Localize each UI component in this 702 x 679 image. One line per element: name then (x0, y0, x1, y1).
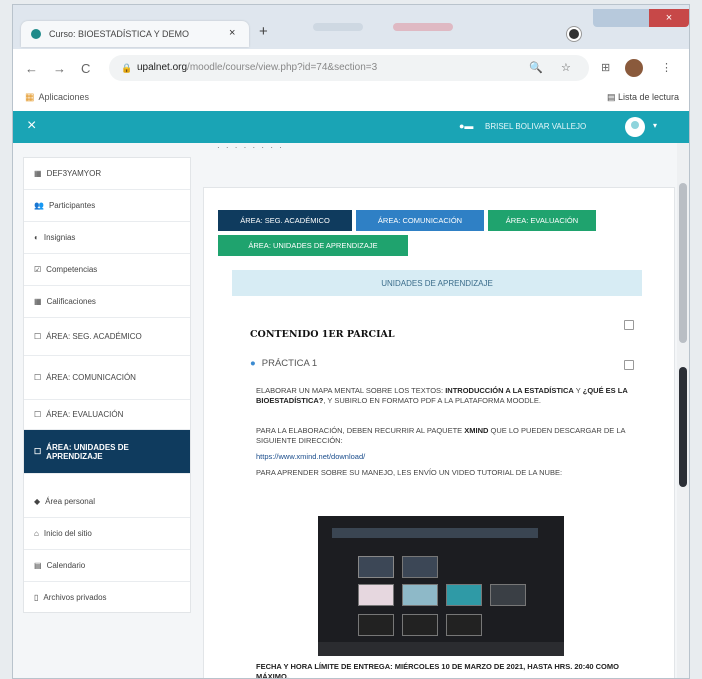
video-thumbnail (402, 556, 438, 578)
background-tab[interactable] (313, 23, 363, 31)
lock-icon: 🔒 (121, 63, 133, 73)
check-icon: ☑ (34, 265, 42, 274)
page-scrollbar[interactable] (677, 143, 689, 678)
new-tab-button[interactable]: + (259, 23, 268, 40)
apps-shortcut[interactable]: ▦ Aplicaciones (25, 92, 89, 103)
bookmark-star-icon[interactable]: ☆ (561, 61, 571, 74)
record-icon[interactable] (567, 27, 581, 41)
course-icon: ▦ (34, 169, 42, 178)
section-title-bar: UNIDADES DE APRENDIZAJE (232, 270, 642, 296)
video-title-bar (332, 528, 538, 538)
menu-icon[interactable]: ⋮ (661, 61, 672, 74)
sidebar-item-seg-academico[interactable]: ☐ ÁREA: SEG. ACADÉMICO (24, 318, 190, 356)
apps-grid-icon: ▦ (25, 92, 35, 103)
zoom-icon[interactable]: 🔍 (529, 61, 543, 74)
completion-checkbox[interactable] (624, 360, 634, 370)
instruction-text: ELABORAR UN MAPA MENTAL SOBRE LOS TEXTOS… (256, 386, 628, 405)
sidebar-item-competencies[interactable]: ☑ Competencias (24, 254, 190, 286)
sidebar-item-participants[interactable]: 👥 Participantes (24, 190, 190, 222)
scrollbar-thumb[interactable] (679, 183, 687, 343)
bookmarks-bar: ▦ Aplicaciones ▤ Lista de lectura (13, 87, 689, 112)
page-body: ▦ DEF3YAMYOR 👥 Participantes ◐ Insignias ☑ C… (13, 143, 689, 678)
dashboard-icon: ◆ (34, 497, 41, 506)
sidebar-item-calendar[interactable]: ▤ Calendario (24, 550, 190, 582)
folder-icon: ☐ (34, 332, 42, 341)
profile-avatar[interactable] (625, 59, 643, 77)
video-controls[interactable] (318, 642, 564, 656)
chevron-down-icon[interactable]: ▾ (653, 121, 657, 130)
notification-icon[interactable]: ●▬ (459, 121, 473, 131)
folder-icon: ☐ (34, 373, 42, 382)
reload-button[interactable]: C (81, 61, 90, 76)
tab-unidades[interactable]: ÁREA: UNIDADES DE APRENDIZAJE (218, 235, 408, 256)
back-button[interactable]: ← (25, 61, 38, 76)
file-icon: ▯ (34, 592, 39, 602)
extensions-icon[interactable]: ⊞ (601, 61, 610, 74)
moodle-favicon-icon (31, 29, 41, 39)
sidebar-item-site-home[interactable]: ⌂ Inicio del sitio (24, 518, 190, 550)
tab-title: Curso: BIOESTADÍSTICA Y DEMO (49, 29, 190, 39)
download-link[interactable]: https://www.xmind.net/download/ (256, 452, 644, 462)
url-text: upalnet.org/moodle/course/view.php?id=74… (137, 62, 378, 73)
address-toolbar: ← → C 🔒 upalnet.org/moodle/course/view.p… (13, 49, 689, 88)
folder-icon: ☐ (34, 410, 42, 419)
clipped-heading: · · · · · · · · (217, 143, 284, 152)
folder-icon: ☐ (34, 447, 42, 456)
video-thumbnail (402, 584, 438, 606)
main-region: · · · · · · · · ÁREA: SEG. ACADÉMICO ÁRE… (203, 143, 675, 679)
nav-drawer: ▦ DEF3YAMYOR 👥 Participantes ◐ Insignias ☑ C… (23, 157, 191, 613)
video-thumbnail (358, 614, 394, 636)
instruction-text: PARA LA ELABORACIÓN, DEBEN RECURRIR AL P… (256, 426, 626, 445)
close-drawer-icon[interactable]: × (27, 117, 36, 135)
users-icon: 👥 (34, 201, 44, 210)
tab-comunicacion[interactable]: ÁREA: COMUNICACIÓN (356, 210, 484, 231)
instruction-text: PARA APRENDER SOBRE SU MANEJO, LES ENVÍO… (256, 468, 563, 477)
video-thumbnail (358, 556, 394, 578)
sidebar-item-comunicacion[interactable]: ☐ ÁREA: COMUNICACIÓN (24, 356, 190, 400)
calendar-icon: ▤ (34, 561, 42, 570)
video-thumbnail (446, 584, 482, 606)
tab-seg-academico[interactable]: ÁREA: SEG. ACADÉMICO (218, 210, 352, 231)
close-tab-icon[interactable]: × (229, 27, 235, 39)
home-icon: ⌂ (34, 529, 39, 538)
sidebar-item-unidades[interactable]: ☐ ÁREA: UNIDADES DE APRENDIZAJE (24, 430, 190, 474)
video-thumbnail (358, 584, 394, 606)
sidebar-item-dashboard[interactable]: ◆ Área personal (24, 486, 190, 518)
user-name[interactable]: BRISEL BOLIVAR VALLEJO (485, 122, 586, 131)
sidebar-item-course[interactable]: ▦ DEF3YAMYOR (24, 158, 190, 190)
tab-strip: Curso: BIOESTADÍSTICA Y DEMO × + × (13, 5, 689, 49)
section-heading: CONTENIDO 1ER PARCIAL (250, 329, 395, 340)
video-embed[interactable] (318, 516, 564, 656)
browser-window: Curso: BIOESTADÍSTICA Y DEMO × + × ← → C… (12, 4, 690, 679)
scrollbar-marker (679, 367, 687, 487)
sidebar-item-badges[interactable]: ◐ Insignias (24, 222, 190, 254)
sidebar-item-private-files[interactable]: ▯ Archivos privados (24, 582, 190, 612)
sidebar-item-evaluacion[interactable]: ☐ ÁREA: EVALUACIÓN (24, 400, 190, 430)
user-icon: ● (250, 358, 256, 369)
table-icon: ▦ (34, 297, 42, 306)
user-avatar[interactable] (625, 117, 645, 137)
reading-list-button[interactable]: ▤ Lista de lectura (607, 92, 679, 103)
tab-evaluacion[interactable]: ÁREA: EVALUACIÓN (488, 210, 596, 231)
forward-button[interactable]: → (53, 61, 66, 76)
deadline-text: FECHA Y HORA LÍMITE DE ENTREGA: MIÉRCOLE… (256, 662, 619, 679)
video-thumbnail (402, 614, 438, 636)
url-bar[interactable]: 🔒 upalnet.org/moodle/course/view.php?id=… (109, 55, 589, 81)
video-thumbnail (490, 584, 526, 606)
course-section-card: ÁREA: SEG. ACADÉMICO ÁREA: COMUNICACIÓN … (203, 187, 675, 679)
badge-icon: ◐ (34, 233, 39, 242)
activity-practica[interactable]: ● PRÁCTICA 1 (250, 358, 317, 369)
browser-tab[interactable]: Curso: BIOESTADÍSTICA Y DEMO × (21, 21, 249, 47)
video-thumbnail (446, 614, 482, 636)
window-close-button[interactable]: × (649, 9, 689, 27)
background-tab[interactable] (393, 23, 453, 31)
moodle-navbar: × ●▬ BRISEL BOLIVAR VALLEJO ▾ (13, 111, 689, 143)
sidebar-item-grades[interactable]: ▦ Calificaciones (24, 286, 190, 318)
completion-checkbox[interactable] (624, 320, 634, 330)
window-controls: × (593, 9, 689, 27)
